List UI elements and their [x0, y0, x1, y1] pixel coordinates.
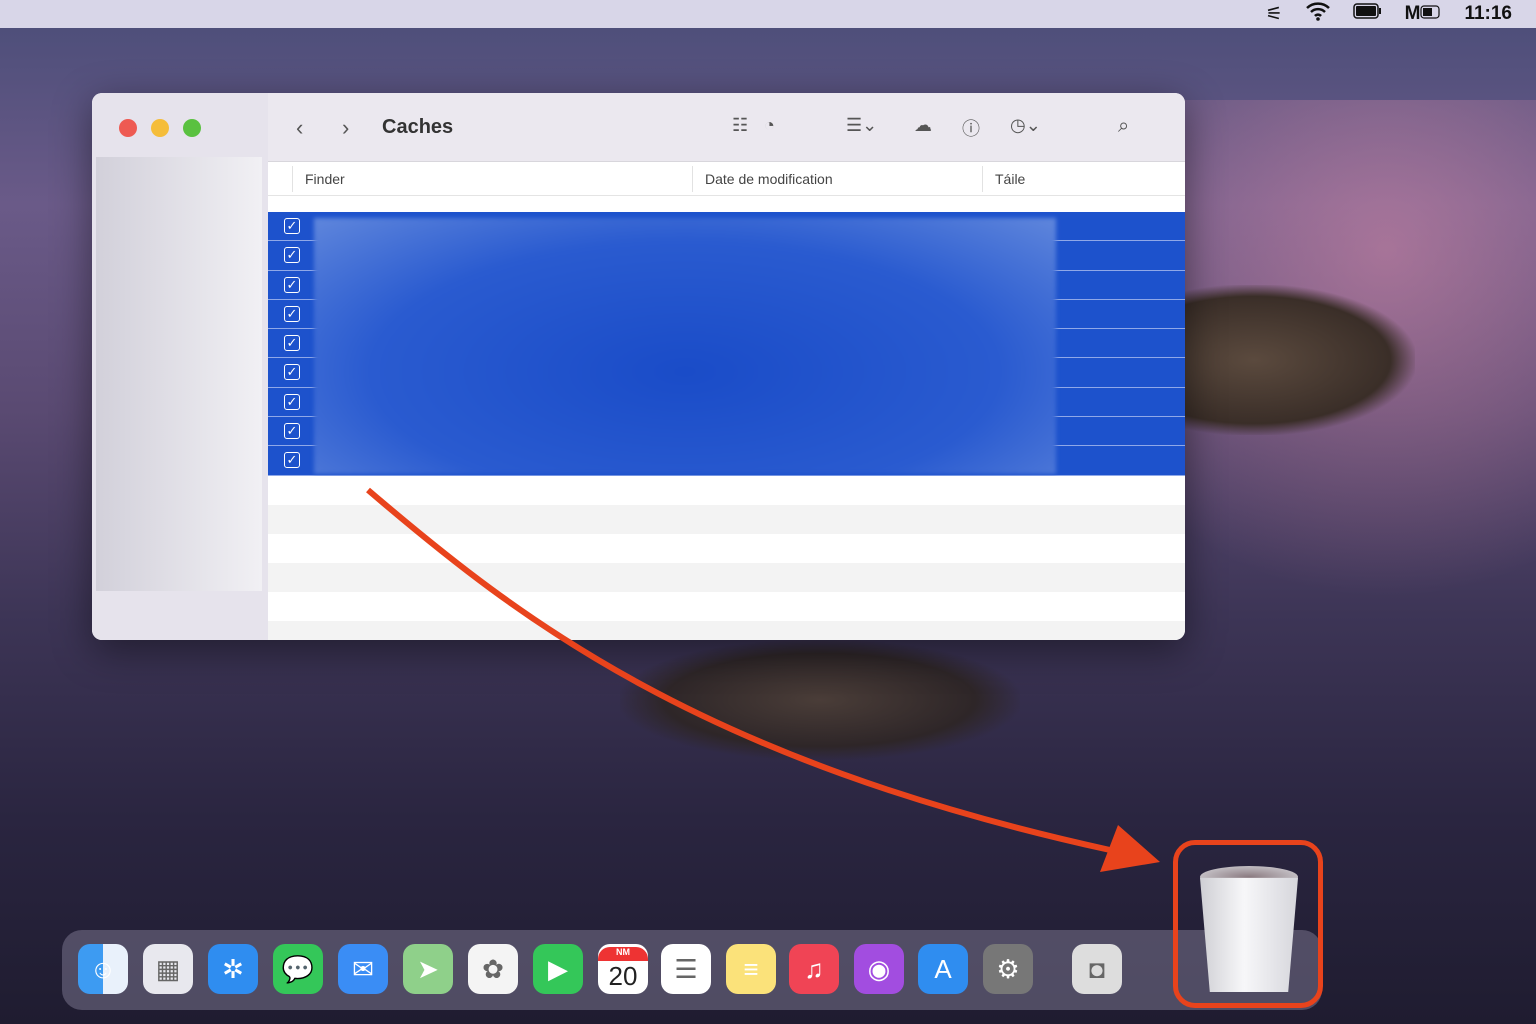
dock-maps[interactable]: ➤ [403, 944, 453, 994]
dock-finder[interactable]: ☺ [78, 944, 128, 994]
dock-mail[interactable]: ✉ [338, 944, 388, 994]
dock-launchpad[interactable]: ▦ [143, 944, 193, 994]
trash-highlight [1173, 840, 1323, 1008]
calendar-month: NM [598, 946, 648, 961]
calendar-day: 20 [608, 960, 638, 991]
dock-messages[interactable]: 💬 [273, 944, 323, 994]
dock-facetime[interactable]: ▶ [533, 944, 583, 994]
dock-app-store[interactable]: A [918, 944, 968, 994]
dock-system-preferences[interactable]: ⚙ [983, 944, 1033, 994]
dock-calendar[interactable]: NM 20 [598, 944, 648, 994]
dock-notes[interactable]: ≡ [726, 944, 776, 994]
dock-music[interactable]: ♫ [789, 944, 839, 994]
dock-safari[interactable]: ✲ [208, 944, 258, 994]
dock-podcasts[interactable]: ◉ [854, 944, 904, 994]
dock-reminders[interactable]: ☰ [661, 944, 711, 994]
dock-screenshot[interactable]: ◘ [1072, 944, 1122, 994]
dock-photos[interactable]: ✿ [468, 944, 518, 994]
